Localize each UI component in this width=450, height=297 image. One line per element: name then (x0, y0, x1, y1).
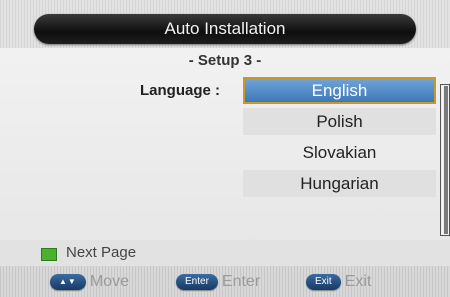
setup-step-title: - Setup 3 - (188, 52, 262, 69)
next-page-label: Next Page (66, 244, 137, 261)
green-key-icon (41, 248, 57, 261)
language-option-slovakian[interactable]: Slovakian (243, 139, 436, 166)
exit-key-icon: Exit (306, 274, 341, 290)
move-hint-label: Move (89, 273, 129, 290)
exit-hint-label: Exit (344, 273, 372, 290)
language-label: Language : (139, 82, 220, 99)
up-down-arrows-icon: ▲▼ (50, 274, 86, 290)
exit-hint: Exit Exit (306, 273, 371, 291)
language-option-hungarian[interactable]: Hungarian (243, 170, 436, 197)
next-page-row[interactable]: Next Page (0, 240, 450, 266)
language-list: English Polish Slovakian Hungarian (243, 77, 436, 201)
enter-key-icon: Enter (176, 274, 218, 290)
language-option-english[interactable]: English (243, 77, 436, 104)
enter-hint-label: Enter (221, 273, 261, 290)
key-hint-bar: ▲▼ Move Enter Enter Exit Exit (0, 266, 450, 297)
move-hint: ▲▼ Move (50, 273, 129, 291)
window-title: Auto Installation (34, 14, 416, 44)
auto-installation-window: Auto Installation - Setup 3 - Language :… (0, 0, 450, 297)
language-option-polish[interactable]: Polish (243, 108, 436, 135)
scrollbar-thumb[interactable] (444, 86, 448, 234)
enter-hint: Enter Enter (176, 273, 260, 291)
